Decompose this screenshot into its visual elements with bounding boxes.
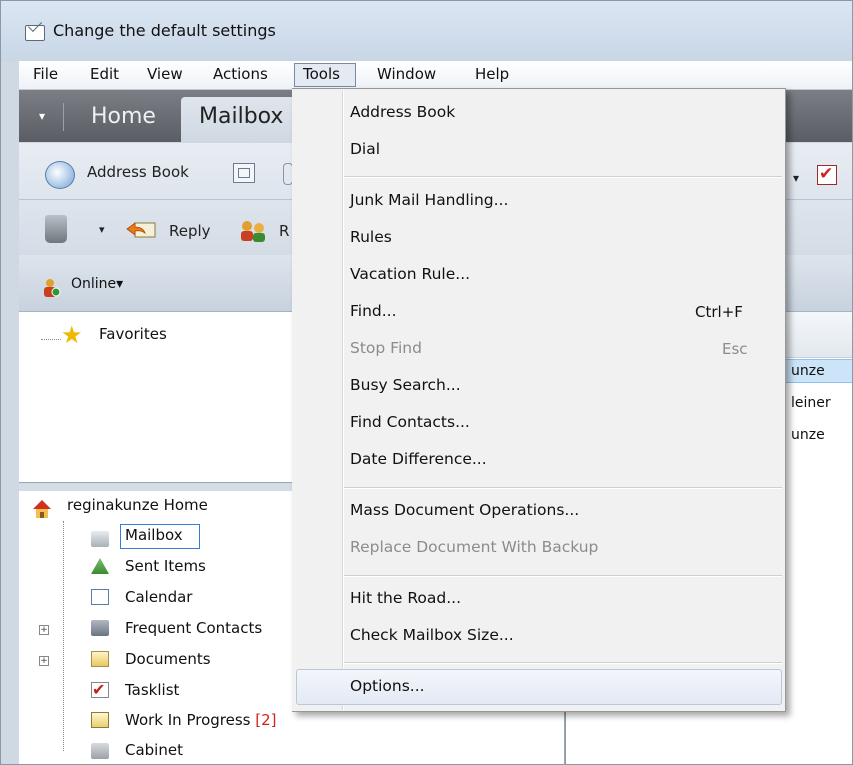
star-icon: ★ bbox=[61, 321, 83, 349]
trash-dropdown-icon[interactable]: ▾ bbox=[99, 223, 105, 236]
folder-label: Work In Progress bbox=[125, 711, 251, 729]
expand-icon[interactable]: + bbox=[39, 625, 49, 635]
menu-item-busy-search[interactable]: Busy Search... bbox=[350, 376, 461, 394]
checkmark-icon: ✔ bbox=[819, 164, 834, 184]
trash-icon[interactable] bbox=[45, 215, 67, 243]
home-icon bbox=[33, 500, 51, 518]
menu-item-find-contacts[interactable]: Find Contacts... bbox=[350, 413, 470, 431]
menu-view[interactable]: View bbox=[147, 65, 183, 83]
menu-item-mass-document-operations[interactable]: Mass Document Operations... bbox=[350, 501, 579, 519]
menu-shortcut-stop-find: Esc bbox=[722, 340, 748, 358]
menu-item-options[interactable]: Options... bbox=[350, 677, 425, 695]
folder-calendar[interactable]: Calendar bbox=[125, 588, 192, 606]
mailbox-icon bbox=[91, 531, 109, 547]
unread-count-badge: [2] bbox=[255, 711, 277, 729]
reply-all-button[interactable]: R bbox=[279, 222, 289, 240]
home-folder[interactable]: reginakunze Home bbox=[67, 496, 208, 514]
tab-mailbox[interactable]: Mailbox bbox=[199, 104, 283, 129]
calendar-icon bbox=[91, 589, 109, 605]
menu-separator bbox=[344, 487, 782, 489]
menu-item-stop-find: Stop Find bbox=[350, 339, 422, 357]
menu-item-vacation-rule[interactable]: Vacation Rule... bbox=[350, 265, 470, 283]
menu-separator bbox=[344, 662, 782, 664]
menu-shortcut-find: Ctrl+F bbox=[695, 303, 743, 321]
menu-help[interactable]: Help bbox=[475, 65, 509, 83]
address-book-button[interactable]: Address Book bbox=[87, 163, 189, 181]
work-in-progress-icon bbox=[91, 712, 109, 728]
tab-home[interactable]: Home bbox=[91, 104, 156, 129]
nav-separator bbox=[63, 103, 64, 131]
expand-icon[interactable]: + bbox=[39, 656, 49, 666]
menu-gutter-divider bbox=[342, 90, 344, 710]
message-row[interactable]: unze bbox=[791, 363, 825, 379]
folder-documents[interactable]: Documents bbox=[125, 650, 211, 668]
online-status-button[interactable]: Online▾ bbox=[71, 276, 123, 292]
menu-item-hit-the-road[interactable]: Hit the Road... bbox=[350, 589, 461, 607]
menu-item-check-mailbox-size[interactable]: Check Mailbox Size... bbox=[350, 626, 514, 644]
window-title: Change the default settings bbox=[53, 21, 276, 40]
folder-work-in-progress[interactable]: Work In Progress [2] bbox=[125, 711, 277, 729]
menu-edit[interactable]: Edit bbox=[90, 65, 119, 83]
folder-sent-items[interactable]: Sent Items bbox=[125, 557, 206, 575]
folder-frequent-contacts[interactable]: Frequent Contacts bbox=[125, 619, 262, 637]
favorites-folder[interactable]: Favorites bbox=[99, 325, 167, 343]
message-row[interactable]: leiner bbox=[791, 395, 831, 411]
menu-actions[interactable]: Actions bbox=[213, 65, 268, 83]
menu-separator bbox=[344, 575, 782, 577]
nav-dropdown-icon[interactable]: ▾ bbox=[39, 109, 45, 123]
window-icon[interactable] bbox=[233, 163, 255, 183]
menu-item-rules[interactable]: Rules bbox=[350, 228, 392, 246]
menu-window[interactable]: Window bbox=[377, 65, 436, 83]
menu-icon-gutter bbox=[292, 89, 342, 711]
reply-icon[interactable] bbox=[125, 217, 157, 241]
tree-connector bbox=[41, 339, 61, 341]
mail-app-icon bbox=[25, 25, 45, 41]
menu-item-date-difference[interactable]: Date Difference... bbox=[350, 450, 487, 468]
menu-item-replace-document-with-backup: Replace Document With Backup bbox=[350, 538, 599, 556]
contacts-icon bbox=[91, 620, 109, 636]
menu-separator bbox=[344, 176, 782, 178]
menu-item-address-book[interactable]: Address Book bbox=[350, 103, 455, 121]
toolbar-dropdown-icon[interactable]: ▾ bbox=[793, 171, 799, 185]
menu-item-junk-mail-handling[interactable]: Junk Mail Handling... bbox=[350, 191, 508, 209]
folder-mailbox[interactable]: Mailbox bbox=[125, 526, 183, 544]
folder-cabinet[interactable]: Cabinet bbox=[125, 741, 183, 759]
online-status-icon[interactable] bbox=[41, 277, 63, 299]
reply-button[interactable]: Reply bbox=[169, 222, 211, 240]
tools-menu bbox=[292, 88, 786, 712]
reply-all-icon[interactable] bbox=[237, 219, 277, 243]
tree-line bbox=[63, 521, 64, 751]
folder-tasklist[interactable]: Tasklist bbox=[125, 681, 179, 699]
tasklist-icon: ✔ bbox=[91, 682, 109, 698]
documents-icon bbox=[91, 651, 109, 667]
menu-file[interactable]: File bbox=[33, 65, 58, 83]
message-row[interactable]: unze bbox=[791, 427, 825, 443]
address-book-icon[interactable] bbox=[45, 161, 75, 189]
menu-item-dial[interactable]: Dial bbox=[350, 140, 380, 158]
cabinet-icon bbox=[91, 743, 109, 759]
menu-item-find[interactable]: Find... bbox=[350, 302, 397, 320]
menu-tools[interactable]: Tools bbox=[303, 65, 340, 83]
